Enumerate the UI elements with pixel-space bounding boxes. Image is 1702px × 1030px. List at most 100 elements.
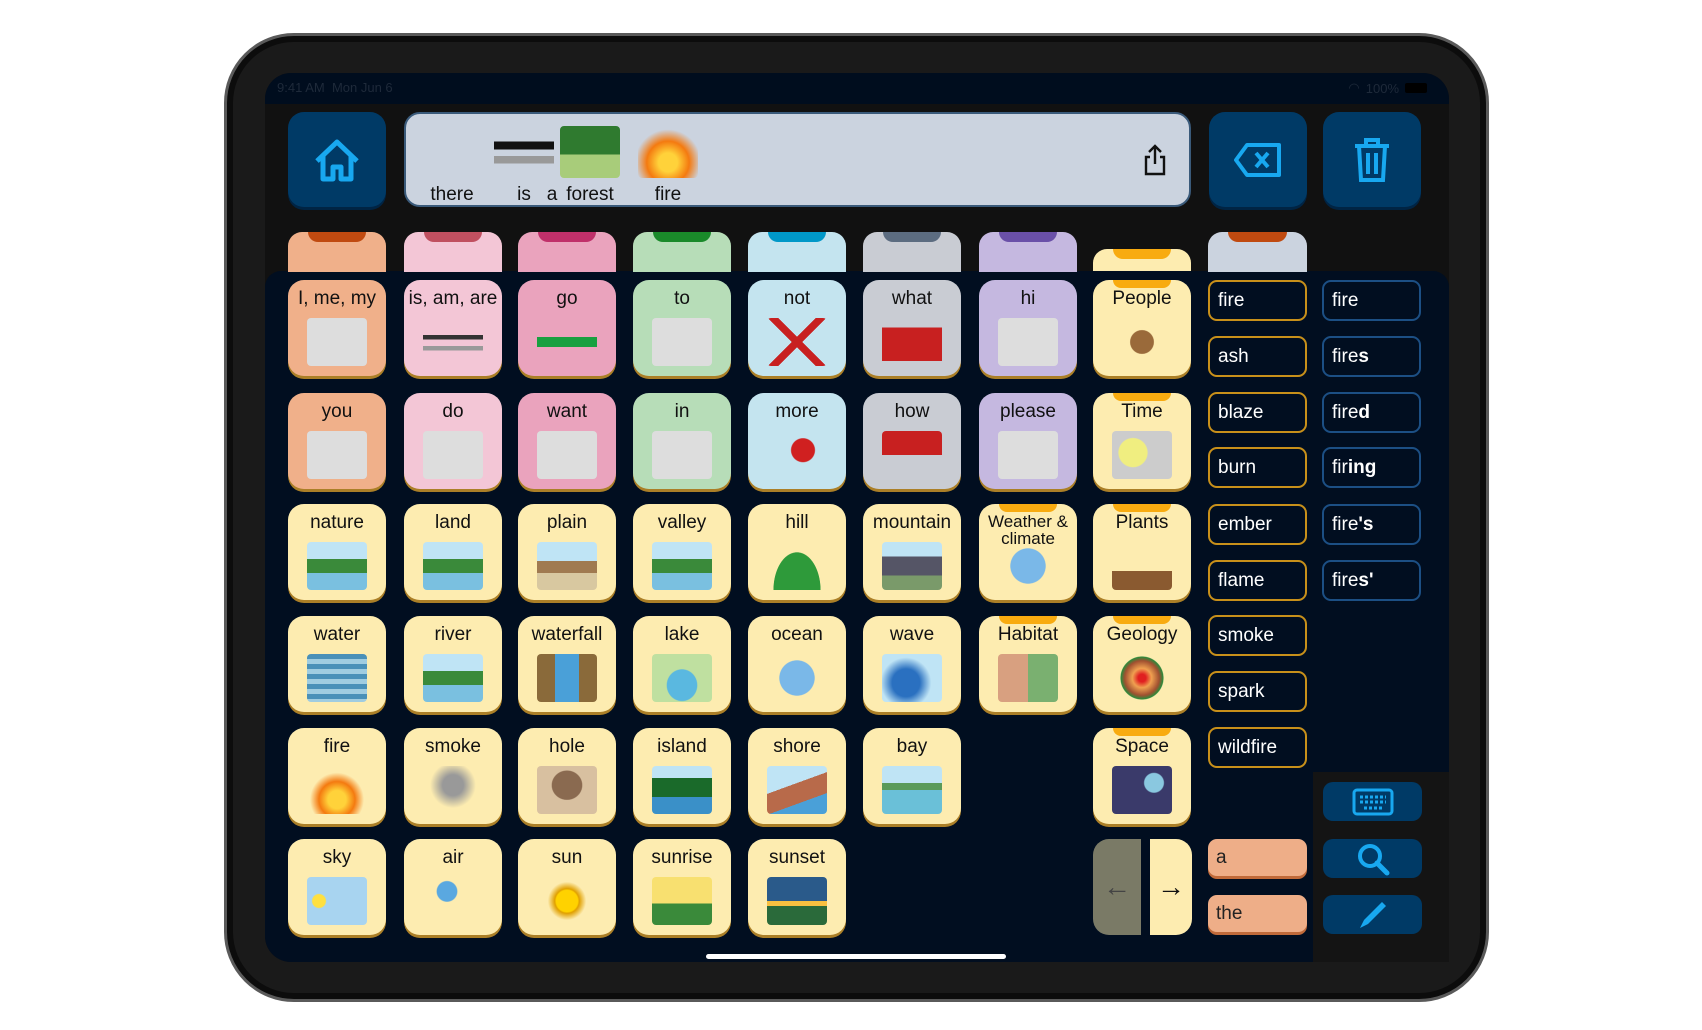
word-tile-smoke[interactable]: smoke <box>404 728 502 824</box>
folder-weather-climate[interactable]: Weather & climate <box>979 504 1077 600</box>
folder-tab-marker <box>999 504 1057 512</box>
sentence-word[interactable]: forest <box>556 126 624 206</box>
home-indicator[interactable] <box>706 954 1006 959</box>
word-tile-hill[interactable]: hill <box>748 504 846 600</box>
folder-time[interactable]: Time <box>1093 393 1191 489</box>
folder-people[interactable]: People <box>1093 280 1191 376</box>
home-button[interactable] <box>288 112 386 207</box>
category-tab[interactable] <box>633 232 731 272</box>
tile-label: sunset <box>769 847 825 868</box>
nav-forward-button[interactable]: → <box>1150 839 1192 935</box>
word-tile-sun[interactable]: sun <box>518 839 616 935</box>
word-tile-what[interactable]: what <box>863 280 961 376</box>
status-time: 9:41 AM <box>277 80 325 95</box>
word-tile-sky[interactable]: sky <box>288 839 386 935</box>
word-tile-hi[interactable]: hi <box>979 280 1077 376</box>
clear-button[interactable] <box>1323 112 1421 207</box>
category-tab[interactable] <box>518 232 616 272</box>
word-tile-valley[interactable]: valley <box>633 504 731 600</box>
share-icon[interactable] <box>1143 144 1167 176</box>
word-tile-water[interactable]: water <box>288 616 386 712</box>
word-form-button[interactable]: fire's <box>1322 504 1421 545</box>
sentence-word-label: fire <box>654 184 682 205</box>
article-button-a[interactable]: a <box>1208 839 1307 876</box>
word-tile-fire[interactable]: fire <box>288 728 386 824</box>
tile-label: how <box>894 401 930 422</box>
word-tile-is-am-are[interactable]: is, am, are <box>404 280 502 376</box>
word-tile-island[interactable]: island <box>633 728 731 824</box>
word-form-button[interactable]: fired <box>1322 392 1421 433</box>
word-tile-wave[interactable]: wave <box>863 616 961 712</box>
keyboard-button[interactable] <box>1323 782 1422 821</box>
tile-label: island <box>657 736 707 757</box>
sentence-word[interactable]: fire <box>634 126 702 206</box>
word-tile-nature[interactable]: nature <box>288 504 386 600</box>
tile-label: shore <box>773 736 821 757</box>
edit-button[interactable] <box>1323 895 1422 934</box>
word-tile-river[interactable]: river <box>404 616 502 712</box>
core-word-button[interactable]: smoke <box>1208 615 1307 656</box>
word-tile-shore[interactable]: shore <box>748 728 846 824</box>
mountain-icon <box>882 542 942 590</box>
core-word-button[interactable]: flame <box>1208 560 1307 601</box>
folder-plants[interactable]: Plants <box>1093 504 1191 600</box>
word-tile-you[interactable]: you <box>288 393 386 489</box>
word-tile-mountain[interactable]: mountain <box>863 504 961 600</box>
tab-strip <box>883 232 941 242</box>
folder-space[interactable]: Space <box>1093 728 1191 824</box>
word-tile-sunset[interactable]: sunset <box>748 839 846 935</box>
waterfall-icon <box>537 654 597 702</box>
word-tile-plain[interactable]: plain <box>518 504 616 600</box>
core-word-button[interactable]: fire <box>1208 280 1307 321</box>
word-tile-want[interactable]: want <box>518 393 616 489</box>
nav-back-button[interactable]: ← <box>1093 839 1141 935</box>
tab-strip <box>1113 249 1171 259</box>
core-word-button[interactable]: ember <box>1208 504 1307 545</box>
word-tile-sunrise[interactable]: sunrise <box>633 839 731 935</box>
word-form-button[interactable]: fires <box>1322 336 1421 377</box>
core-word-button[interactable]: wildfire <box>1208 727 1307 768</box>
category-tab[interactable] <box>288 232 386 272</box>
sentence-bar[interactable]: there is a forest fire <box>404 112 1191 207</box>
core-word-button[interactable]: blaze <box>1208 392 1307 433</box>
category-tab[interactable] <box>863 232 961 272</box>
category-tab[interactable] <box>748 232 846 272</box>
sentence-word[interactable]: there <box>418 126 486 206</box>
word-tile-how[interactable]: how <box>863 393 961 489</box>
word-tile-in[interactable]: in <box>633 393 731 489</box>
backspace-button[interactable] <box>1209 112 1307 207</box>
green-arrow-icon <box>537 318 597 366</box>
word-tile-i-me-my[interactable]: I, me, my <box>288 280 386 376</box>
core-word-button[interactable]: ash <box>1208 336 1307 377</box>
word-tile-to[interactable]: to <box>633 280 731 376</box>
word-form-button[interactable]: fire <box>1322 280 1421 321</box>
word-tile-ocean[interactable]: ocean <box>748 616 846 712</box>
word-tile-please[interactable]: please <box>979 393 1077 489</box>
word-tile-not[interactable]: not <box>748 280 846 376</box>
bay-icon <box>882 766 942 814</box>
category-tab[interactable] <box>404 232 502 272</box>
word-form-button[interactable]: firing <box>1322 447 1421 488</box>
word-tile-waterfall[interactable]: waterfall <box>518 616 616 712</box>
tile-label: water <box>313 624 361 645</box>
word-tile-land[interactable]: land <box>404 504 502 600</box>
core-word-button[interactable]: burn <box>1208 447 1307 488</box>
word-form-button[interactable]: fires' <box>1322 560 1421 601</box>
category-tab[interactable] <box>979 232 1077 272</box>
word-tile-do[interactable]: do <box>404 393 502 489</box>
category-tab[interactable] <box>1208 232 1307 272</box>
landscape-icon <box>423 542 483 590</box>
folder-habitat[interactable]: Habitat <box>979 616 1077 712</box>
word-tile-hole[interactable]: hole <box>518 728 616 824</box>
tile-label: to <box>674 288 690 309</box>
folder-geology[interactable]: Geology <box>1093 616 1191 712</box>
search-button[interactable] <box>1323 839 1422 878</box>
word-tile-go[interactable]: go <box>518 280 616 376</box>
tile-label: Time <box>1121 401 1163 422</box>
word-tile-more[interactable]: more <box>748 393 846 489</box>
word-tile-lake[interactable]: lake <box>633 616 731 712</box>
word-tile-air[interactable]: air <box>404 839 502 935</box>
core-word-button[interactable]: spark <box>1208 671 1307 712</box>
article-button-the[interactable]: the <box>1208 895 1307 932</box>
word-tile-bay[interactable]: bay <box>863 728 961 824</box>
